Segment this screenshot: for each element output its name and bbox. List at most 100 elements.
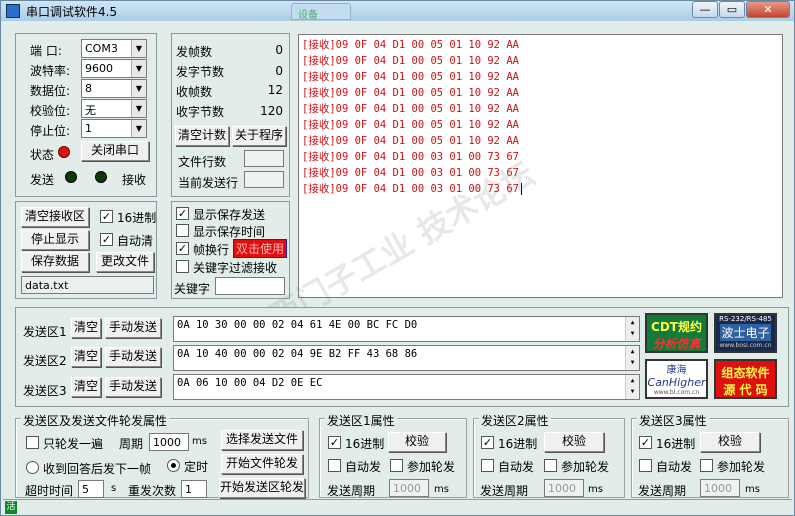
parity-select[interactable]: 无 ▼ bbox=[81, 99, 147, 118]
send-area-2-hex-checkbox[interactable]: ✓ bbox=[481, 436, 494, 449]
send-area-1-hex-checkbox[interactable]: ✓ bbox=[328, 436, 341, 449]
receive-area[interactable]: [接收]09 0F 04 D1 00 05 01 10 92 AA [接收]09… bbox=[298, 34, 783, 298]
send-area-3-checksum-button[interactable]: 校验 bbox=[700, 432, 760, 452]
chevron-down-icon: ▼ bbox=[131, 40, 146, 57]
send-area-3-auto-label: 自动发 bbox=[656, 460, 693, 474]
send-once-checkbox[interactable] bbox=[26, 436, 39, 449]
stopbits-select[interactable]: 1 ▼ bbox=[81, 119, 147, 138]
timeout-input[interactable]: 5 bbox=[78, 480, 104, 498]
close-port-button[interactable]: 关闭串口 bbox=[81, 141, 149, 161]
config-software-ad-banner[interactable]: 组态软件 源 代 码 bbox=[714, 359, 777, 399]
cdt-ad-banner[interactable]: CDT规约 分析仿真 bbox=[645, 313, 708, 353]
rx-bytes-value: 120 bbox=[260, 104, 283, 118]
about-button[interactable]: 关于程序 bbox=[232, 126, 286, 146]
send-area-1-checksum-button[interactable]: 校验 bbox=[388, 432, 446, 452]
send-area-3-hex-checkbox[interactable]: ✓ bbox=[639, 436, 652, 449]
send-area-2-send-button[interactable]: 手动发送 bbox=[105, 347, 161, 367]
scrollbar[interactable]: ▲ ▼ bbox=[625, 317, 639, 341]
port-select[interactable]: COM3 ▼ bbox=[81, 39, 147, 58]
double-click-badge[interactable]: 双击使用 bbox=[233, 239, 288, 258]
receive-row: [接收]09 0F 04 D1 00 05 01 10 92 AA bbox=[302, 87, 519, 99]
display-options-panel: ✓ 显示保存发送 显示保存时间 ✓ 帧换行 双击使用 关键字过滤接收 关键字 bbox=[171, 201, 290, 299]
frame-newline-label: 帧换行 bbox=[193, 243, 230, 257]
change-file-button[interactable]: 更改文件 bbox=[96, 252, 154, 272]
period-input[interactable]: 1000 bbox=[149, 433, 189, 451]
recv-hex-checkbox[interactable]: ✓ bbox=[100, 210, 113, 223]
send-area-3-round-checkbox[interactable] bbox=[700, 459, 713, 472]
auto-clear-label: 自动清 bbox=[117, 234, 154, 248]
status-led-icon bbox=[58, 146, 70, 158]
canhigher-ad-banner[interactable]: 康海 CanHigher www.bl.com.cn bbox=[645, 359, 708, 399]
send-area-2-round-checkbox[interactable] bbox=[544, 459, 557, 472]
chevron-down-icon: ▼ bbox=[131, 80, 146, 97]
send-led-label: 发送 bbox=[30, 173, 55, 187]
send-area-2-props-title: 发送区2属性 bbox=[479, 412, 551, 429]
frame-newline-checkbox[interactable]: ✓ bbox=[176, 242, 189, 255]
save-filename-field[interactable]: data.txt bbox=[21, 276, 154, 294]
chevron-down-icon: ▼ bbox=[131, 60, 146, 77]
send-led-icon bbox=[65, 171, 77, 183]
start-file-round-button[interactable]: 开始文件轮发 bbox=[221, 454, 303, 474]
receive-row: [接收]09 0F 04 D1 00 03 01 00 73 67 bbox=[302, 167, 519, 179]
scrollbar[interactable]: ▲ ▼ bbox=[625, 375, 639, 399]
send-area-1-send-button[interactable]: 手动发送 bbox=[105, 318, 161, 338]
title-bar: 串口调试软件4.5 设备 — ▭ ✕ bbox=[1, 1, 794, 21]
rx-bytes-label: 收字节数 bbox=[176, 105, 225, 119]
send-area-1-round-checkbox[interactable] bbox=[390, 459, 403, 472]
show-save-send-checkbox[interactable]: ✓ bbox=[176, 207, 189, 220]
send-area-2-clear-button[interactable]: 清空 bbox=[71, 347, 101, 367]
scrollbar[interactable]: ▲ ▼ bbox=[625, 346, 639, 370]
start-area-round-button[interactable]: 开始发送区轮发 bbox=[219, 478, 305, 498]
maximize-button[interactable]: ▭ bbox=[719, 1, 745, 18]
baud-label: 波特率: bbox=[30, 64, 71, 78]
receive-row: [接收]09 0F 04 D1 00 03 01 00 73 67 bbox=[302, 151, 519, 163]
send-once-label: 只轮发一遍 bbox=[43, 437, 104, 451]
activity-icon: 活 bbox=[5, 501, 17, 514]
text-caret bbox=[520, 183, 522, 195]
period-unit: ms bbox=[192, 436, 207, 447]
send-area-1-input[interactable]: 0A 10 30 00 00 02 04 61 4E 00 BC FC D0 ▲ ▼ bbox=[173, 316, 640, 342]
receive-row: [接收]09 0F 04 D1 00 05 01 10 92 AA bbox=[302, 55, 519, 67]
databits-select[interactable]: 8 ▼ bbox=[81, 79, 147, 98]
app-icon bbox=[6, 4, 20, 18]
send-area-2-input[interactable]: 0A 10 40 00 00 02 04 9E B2 FF 43 68 86 ▲ ▼ bbox=[173, 345, 640, 371]
tx-bytes-label: 发字节数 bbox=[176, 65, 225, 79]
send-area-2-period-label: 发送周期 bbox=[480, 484, 529, 498]
clear-count-button[interactable]: 清空计数 bbox=[175, 126, 229, 146]
send-area-3-label: 发送区3 bbox=[23, 384, 67, 398]
send-area-2-period-input[interactable]: 1000 bbox=[544, 479, 584, 497]
show-save-time-checkbox[interactable] bbox=[176, 224, 189, 237]
send-area-1-period-input[interactable]: 1000 bbox=[389, 479, 429, 497]
send-area-2-hex-label: 16进制 bbox=[498, 437, 538, 451]
send-area-2-checksum-button[interactable]: 校验 bbox=[544, 432, 604, 452]
save-data-button[interactable]: 保存数据 bbox=[21, 252, 89, 272]
background-tab: 设备 bbox=[291, 3, 351, 21]
send-area-1-auto-checkbox[interactable] bbox=[328, 459, 341, 472]
send-area-3-input[interactable]: 0A 06 10 00 04 D2 0E EC ▲ ▼ bbox=[173, 374, 640, 400]
recv-led-label: 接收 bbox=[122, 173, 147, 187]
baud-select[interactable]: 9600 ▼ bbox=[81, 59, 147, 78]
clear-receive-button[interactable]: 清空接收区 bbox=[21, 207, 89, 227]
minimize-button[interactable]: — bbox=[692, 1, 718, 18]
close-button[interactable]: ✕ bbox=[746, 1, 790, 18]
app-window: 串口调试软件4.5 设备 — ▭ ✕ 端 口: COM3 ▼ 波特率: 9600 ▼… bbox=[0, 0, 795, 516]
show-save-time-label: 显示保存时间 bbox=[193, 225, 266, 239]
send-area-3-period-input[interactable]: 1000 bbox=[700, 479, 740, 497]
reply-next-radio[interactable] bbox=[26, 461, 39, 474]
stop-display-button[interactable]: 停止显示 bbox=[21, 230, 89, 250]
send-area-1-clear-button[interactable]: 清空 bbox=[71, 318, 101, 338]
send-area-2-auto-checkbox[interactable] bbox=[481, 459, 494, 472]
recv-led-icon bbox=[95, 171, 107, 183]
timed-radio[interactable] bbox=[167, 459, 180, 472]
select-send-file-button[interactable]: 选择发送文件 bbox=[221, 430, 303, 450]
send-area-3-auto-checkbox[interactable] bbox=[639, 459, 652, 472]
keyword-filter-checkbox[interactable] bbox=[176, 260, 189, 273]
bosi-ad-banner[interactable]: RS-232/RS-485 波士电子 www.bosi.com.cn bbox=[714, 313, 777, 353]
send-area-3-clear-button[interactable]: 清空 bbox=[71, 377, 101, 397]
send-file-props-title: 发送区及发送文件轮发属性 bbox=[21, 412, 170, 429]
resend-input[interactable]: 1 bbox=[181, 480, 207, 498]
status-bar: 活 bbox=[3, 499, 792, 515]
auto-clear-checkbox[interactable]: ✓ bbox=[100, 233, 113, 246]
send-area-3-send-button[interactable]: 手动发送 bbox=[105, 377, 161, 397]
keyword-input[interactable] bbox=[215, 277, 285, 295]
